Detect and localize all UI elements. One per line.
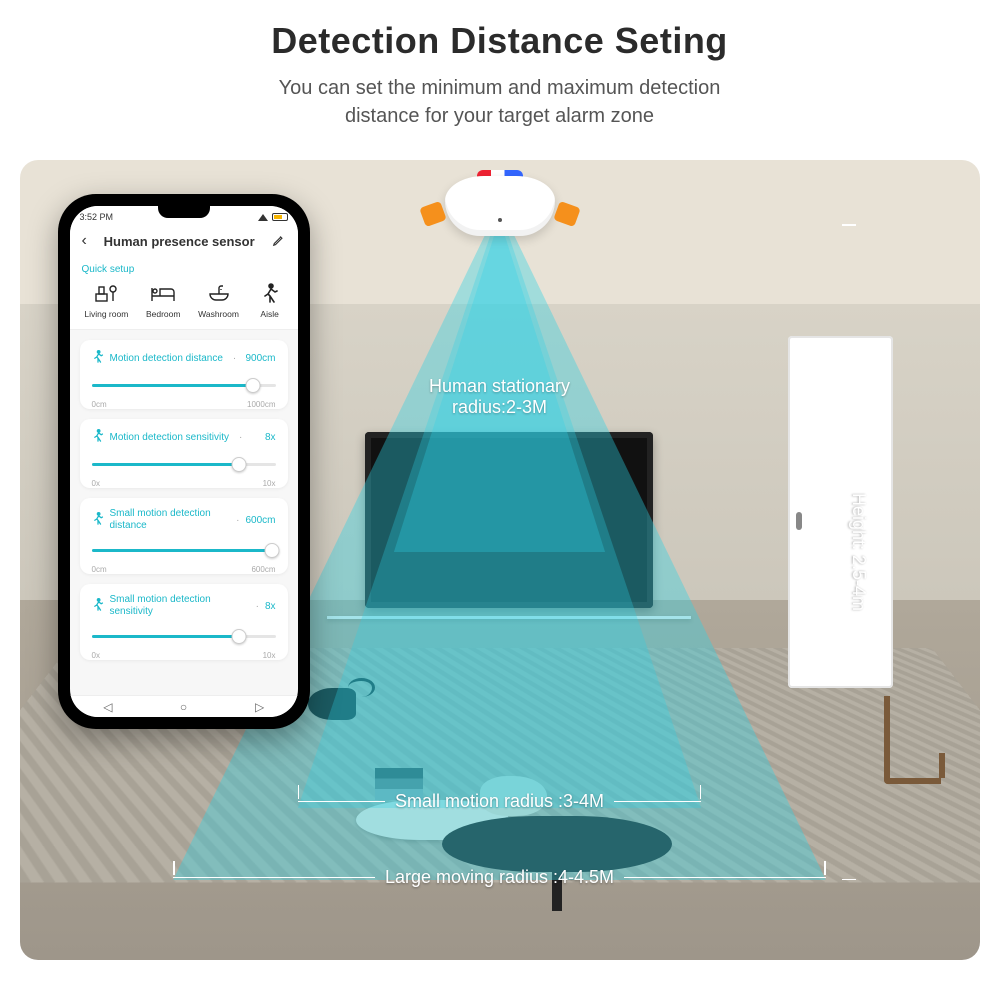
setting-name: Small motion detection sensitivity: [110, 594, 246, 618]
setting-value: 600cm: [245, 515, 275, 526]
setting-card: Motion detection distance·900cm0cm1000cm: [80, 340, 288, 409]
slider-min: 0x: [92, 651, 100, 660]
app-title-bar: ‹ Human presence sensor: [70, 224, 298, 258]
phone-mockup: 3:52 PM ‹ Human presence sensor Quick se…: [58, 194, 310, 729]
quick-label: Bedroom: [146, 309, 181, 319]
quick-setup-label: Quick setup: [70, 258, 298, 279]
setting-card: Small motion detection sensitivity·8x0x1…: [80, 584, 288, 660]
setting-slider[interactable]: 0cm600cm: [92, 540, 276, 562]
page-subtitle: You can set the minimum and maximum dete…: [40, 74, 959, 130]
scene-illustration: Human stationary radius:2-3M Small motio…: [20, 160, 980, 960]
chair: [884, 696, 942, 784]
dim-small-motion-text: Small motion radius :3-4M: [385, 791, 614, 812]
setting-slider[interactable]: 0x10x: [92, 454, 276, 476]
slider-max: 1000cm: [247, 400, 275, 409]
bedroom-icon: [150, 283, 176, 305]
nav-recent[interactable]: ◁: [255, 700, 264, 714]
subtitle-line1: You can set the minimum and maximum dete…: [279, 77, 721, 99]
slider-min: 0cm: [92, 565, 107, 574]
quick-setup-row: Living room Bedroom Washroom: [70, 279, 298, 330]
app-title: Human presence sensor: [104, 234, 255, 249]
living-room-icon: [93, 283, 119, 305]
setting-value: 900cm: [245, 353, 275, 364]
nav-back[interactable]: ◁: [103, 700, 112, 714]
label-stationary-l2: radius:2-3M: [452, 397, 547, 417]
runner-icon: [92, 350, 104, 367]
dim-small-motion: Small motion radius :3-4M: [298, 791, 701, 812]
phone-notch: [158, 206, 210, 218]
android-navbar: ◁ ○ ◁: [70, 695, 298, 717]
status-time: 3:52 PM: [80, 212, 114, 222]
setting-slider[interactable]: 0cm1000cm: [92, 375, 276, 397]
dim-large-motion: Large moving radius :4-4.5M: [173, 867, 826, 888]
back-button[interactable]: ‹: [82, 232, 87, 250]
sensor-device: [430, 176, 570, 246]
quick-bedroom[interactable]: Bedroom: [146, 283, 181, 319]
slider-min: 0x: [92, 479, 100, 488]
quick-aisle[interactable]: Aisle: [257, 283, 283, 319]
quick-washroom[interactable]: Washroom: [198, 283, 239, 319]
setting-card: Small motion detection distance·600cm0cm…: [80, 498, 288, 574]
dim-height: Height: 2.5-4m: [848, 224, 869, 880]
label-stationary-l1: Human stationary: [429, 376, 570, 396]
slider-max: 10x: [263, 479, 276, 488]
setting-value: 8x: [265, 601, 276, 612]
subtitle-line2: distance for your target alarm zone: [345, 105, 654, 127]
dim-height-text: Height: 2.5-4m: [848, 485, 869, 619]
slider-max: 600cm: [251, 565, 275, 574]
runner-icon: [92, 429, 104, 446]
slider-max: 10x: [263, 651, 276, 660]
runner-icon: [92, 512, 104, 529]
setting-value: 8x: [265, 432, 276, 443]
nav-home[interactable]: ○: [180, 700, 187, 714]
edit-button[interactable]: [272, 233, 286, 250]
washroom-icon: [206, 283, 232, 305]
setting-name: Motion detection sensitivity: [110, 432, 230, 444]
battery-icon: [272, 213, 288, 221]
aisle-icon: [257, 283, 283, 305]
dim-large-motion-text: Large moving radius :4-4.5M: [375, 867, 624, 888]
slider-min: 0cm: [92, 400, 107, 409]
quick-label: Living room: [84, 309, 128, 319]
setting-card: Motion detection sensitivity·8x0x10x: [80, 419, 288, 488]
setting-name: Small motion detection distance: [110, 508, 227, 532]
setting-name: Motion detection distance: [110, 353, 223, 365]
setting-slider[interactable]: 0x10x: [92, 626, 276, 648]
wifi-icon: [258, 214, 268, 221]
quick-label: Washroom: [198, 309, 239, 319]
settings-cards: Motion detection distance·900cm0cm1000cm…: [70, 330, 298, 670]
runner-icon: [92, 598, 104, 615]
quick-living-room[interactable]: Living room: [84, 283, 128, 319]
quick-label: Aisle: [260, 309, 278, 319]
page-title: Detection Distance Seting: [40, 20, 959, 62]
